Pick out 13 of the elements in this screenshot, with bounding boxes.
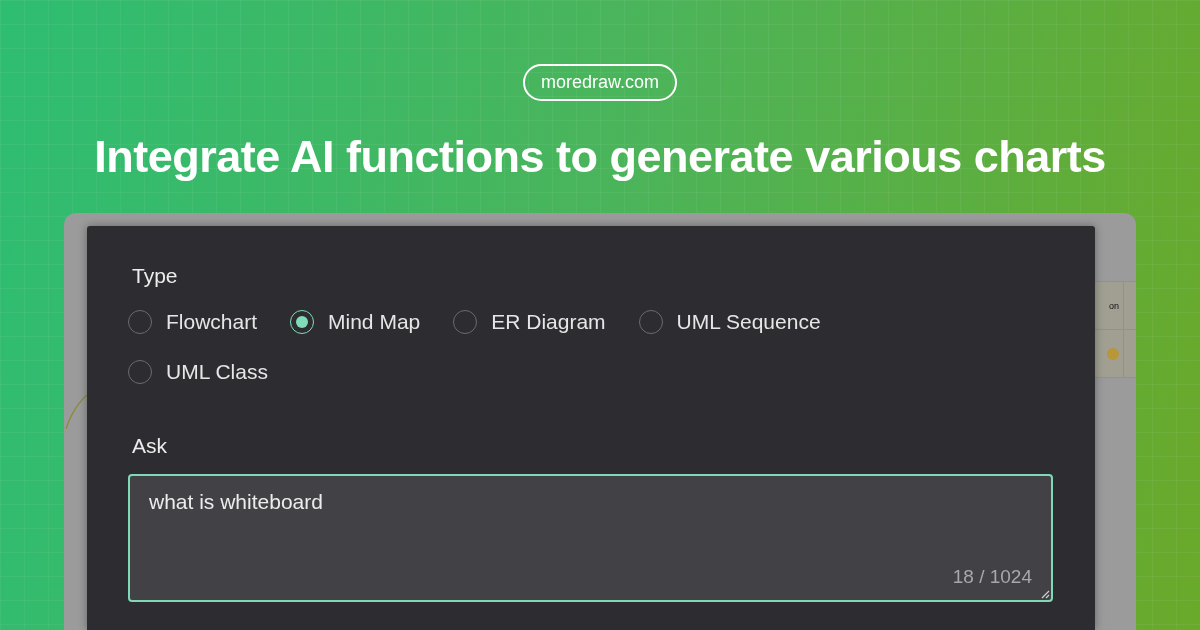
site-badge: moredraw.com — [522, 64, 677, 101]
character-count: 18 / 1024 — [952, 566, 1032, 588]
radio-option[interactable]: Mind Map — [290, 310, 421, 334]
radio-option[interactable]: UML Sequence — [638, 310, 821, 334]
headline: Integrate AI functions to generate various charts — [94, 131, 1106, 183]
ask-label: Ask — [132, 434, 168, 458]
table-cell-text: on — [1109, 300, 1119, 311]
radio-option[interactable]: Flowchart — [128, 310, 258, 334]
type-label: Type — [132, 264, 179, 288]
radio-option[interactable]: UML Class — [128, 360, 268, 384]
ask-field[interactable]: what is whiteboard 18 / 1024 — [128, 474, 1053, 602]
resize-grip-icon — [1040, 589, 1050, 599]
radio-option[interactable]: ER Diagram — [453, 310, 606, 334]
